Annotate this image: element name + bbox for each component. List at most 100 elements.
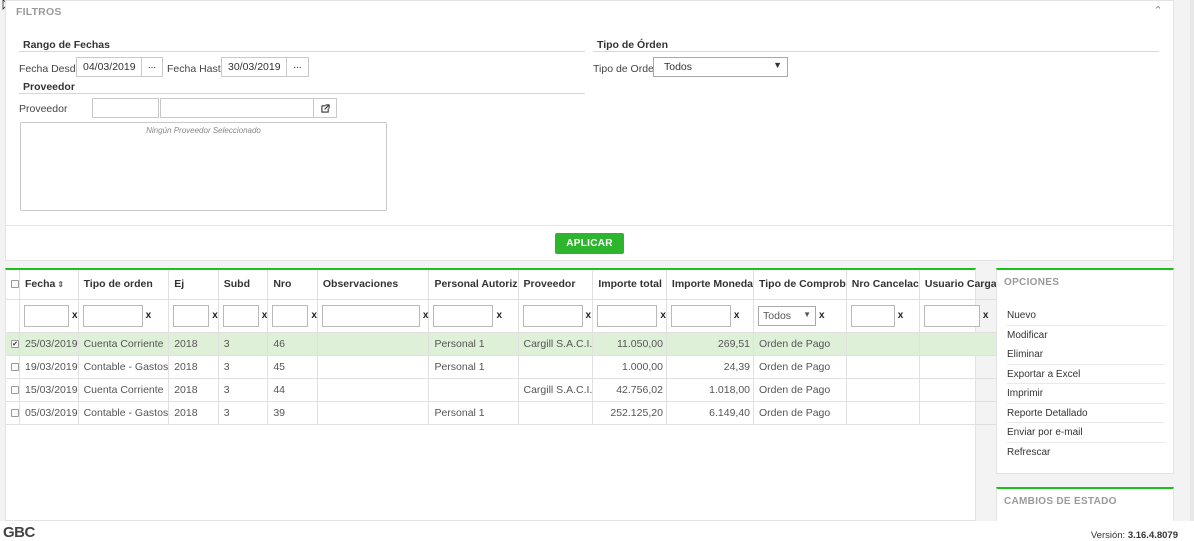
filters-title: FILTROS [16,6,62,18]
cell-usuario-carga [919,332,998,356]
clear-filter-icon[interactable]: x [311,310,316,321]
cell-observaciones [317,401,430,425]
orders-table: Fecha ⇕ Tipo de orden Ej Subd Nro Observa… [6,270,998,425]
clear-filter-icon[interactable]: x [262,310,267,321]
cell-proveedor: Cargill S.A.C.I. [518,332,594,356]
table-row[interactable]: ✔ 25/03/2019 Cuenta Corriente 2018 3 46 Person… [6,332,998,356]
row-checkbox[interactable] [11,362,19,371]
clear-filter-icon[interactable]: x [734,310,740,321]
col-tipo-orden-header[interactable]: Tipo de orden [78,270,170,300]
supplier-title: Proveedor [23,81,75,93]
option-reporte-detallado[interactable]: Reporte Detallado [1007,404,1165,423]
status-changes-title: CAMBIOS DE ESTADO [1004,496,1117,507]
col-importe-total-header[interactable]: Importe total [592,270,667,300]
filter-usuario-input[interactable] [923,304,980,327]
cell-tipo-comprob: Orden de Pago [753,378,847,402]
filter-obs-input[interactable] [321,304,420,327]
clear-filter-icon[interactable]: x [983,310,989,321]
version-text: Versión: 3.16.4.8079 [1090,530,1178,541]
filter-nro-input[interactable] [272,304,309,327]
supplier-name-input[interactable] [160,98,314,118]
date-to-picker-button[interactable]: ... [286,57,309,77]
supplier-open-button[interactable] [313,98,337,118]
table-row[interactable]: 15/03/2019 Cuenta Corriente 2018 3 44 Cargill… [6,378,998,402]
select-all-checkbox[interactable] [11,280,19,289]
clear-filter-icon[interactable]: x [423,310,428,321]
filter-proveedor-input[interactable] [522,304,583,327]
col-observaciones-header[interactable]: Observaciones [317,270,430,300]
cell-subd: 3 [218,355,269,379]
col-personal-header[interactable]: Personal Autoriz [428,270,519,300]
page-scrollbar[interactable] [1190,0,1194,521]
dropdown-arrow-icon: ▼ [803,309,812,319]
table-row[interactable]: 19/03/2019 Contable - Gastos 2018 3 45 Person… [6,355,998,379]
filter-subd-input[interactable] [222,304,259,327]
date-from-input[interactable]: 04/03/2019 [76,57,142,77]
option-nuevo[interactable]: Nuevo [1007,306,1165,326]
cell-observaciones [317,332,430,356]
filter-fecha-input[interactable] [24,304,69,327]
cell-nro: 44 [267,378,318,402]
option-exportar-excel[interactable]: Exportar a Excel [1007,365,1165,384]
clear-filter-icon[interactable]: x [660,310,665,321]
cell-tipo-orden: Contable - Gastos [78,401,170,425]
clear-filter-icon[interactable]: x [146,310,152,321]
clear-filter-icon[interactable]: x [819,310,825,321]
option-imprimir[interactable]: Imprimir [1007,384,1165,404]
option-modificar[interactable]: Modificar [1007,326,1165,346]
cell-proveedor [518,355,594,379]
table-row[interactable]: 05/03/2019 Contable - Gastos 2018 3 39 Person… [6,401,998,425]
collapse-chevron-up-icon[interactable]: ⌃ [1151,4,1165,18]
cell-tipo-orden: Cuenta Corriente [78,332,170,356]
filter-comprob-select[interactable]: Todos ▼ [758,305,817,326]
col-subd-header[interactable]: Subd [218,270,269,300]
col-fecha-header[interactable]: Fecha ⇕ [19,270,79,300]
cell-observaciones [317,378,430,402]
supplier-list-box[interactable]: Ningún Proveedor Seleccionado [20,122,387,211]
option-enviar-email[interactable]: Enviar por e-mail [1007,423,1165,443]
col-importe-moneda-header[interactable]: Importe Moneda [666,270,755,300]
col-proveedor-header[interactable]: Proveedor [518,270,594,300]
filter-importe-input[interactable] [597,304,658,327]
select-all-header[interactable] [6,270,20,300]
version-value: 3.16.4.8079 [1127,530,1178,541]
filter-cancel-input[interactable] [850,304,895,327]
row-checkbox[interactable] [11,408,19,417]
col-usuario-carga-header[interactable]: Usuario Carga [919,270,998,300]
cell-nro-cancelac [846,355,920,379]
clear-filter-icon[interactable]: x [212,310,217,321]
supplier-code-input[interactable] [92,98,159,118]
cell-importe-total: 252.125,20 [592,401,667,425]
date-to-label: Fecha Hasta [167,63,227,75]
filter-ej-input[interactable] [173,304,210,327]
clear-filter-icon[interactable]: x [496,310,502,321]
filter-personal-input[interactable] [433,304,494,327]
col-nro-header[interactable]: Nro [267,270,318,300]
row-checkbox[interactable] [11,385,19,394]
date-to-input[interactable]: 30/03/2019 [221,57,287,77]
clear-filter-icon[interactable]: x [586,310,592,321]
option-eliminar[interactable]: Eliminar [1007,345,1165,365]
order-type-select[interactable]: Todos ▼ [653,57,788,77]
row-select-cell [6,401,20,425]
option-refrescar[interactable]: Refrescar [1007,443,1165,463]
filter-moneda-input[interactable] [670,304,731,327]
order-type-divider [593,51,1159,52]
col-nro-cancelac-header[interactable]: Nro Cancelac [846,270,920,300]
clear-filter-icon[interactable]: x [898,310,904,321]
row-checkbox-checked[interactable]: ✔ [11,339,19,348]
sort-icon: ⇕ [57,280,65,290]
date-from-label: Fecha Desde [19,63,82,75]
clear-filter-icon[interactable]: x [72,310,77,321]
col-tipo-comprob-header[interactable]: Tipo de Comprob [753,270,847,300]
cell-ej: 2018 [168,378,219,402]
filter-tipo-input[interactable] [82,304,143,327]
col-ej-header[interactable]: Ej [168,270,219,300]
cell-importe-moneda: 269,51 [666,332,755,356]
cell-nro-cancelac [846,378,920,402]
cell-fecha: 19/03/2019 [19,355,79,379]
row-select-cell [6,378,20,402]
apply-button[interactable]: APLICAR [555,233,624,254]
date-from-picker-button[interactable]: ... [141,57,163,77]
cell-importe-total: 42.756,02 [592,378,667,402]
